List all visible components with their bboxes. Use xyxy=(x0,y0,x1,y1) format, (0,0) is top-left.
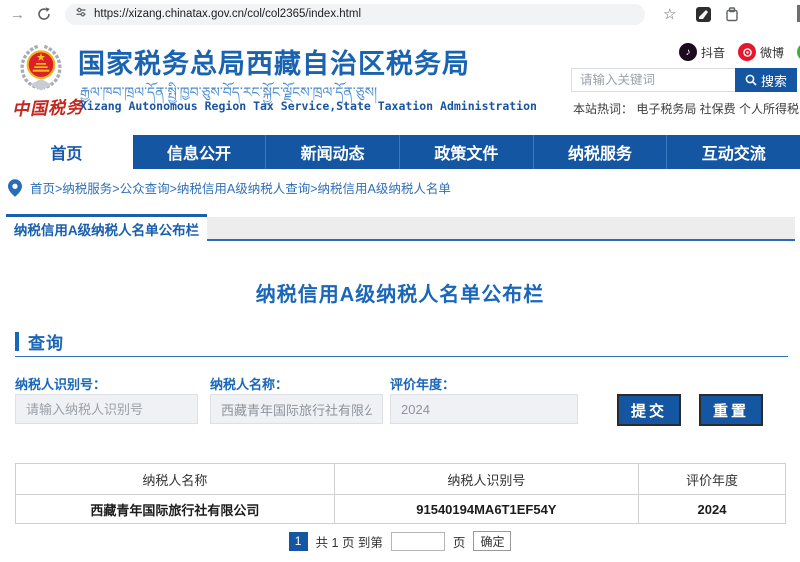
cell-eval-year: 2024 xyxy=(638,495,785,524)
tab-bar-filler xyxy=(207,217,795,241)
nav-item-policy[interactable]: 政策文件 xyxy=(399,135,533,169)
query-section-title: 查询 xyxy=(28,329,64,354)
tab-a-level-list[interactable]: 纳税信用A级纳税人名单公布栏 xyxy=(6,214,207,241)
query-section-header: 查询 xyxy=(15,329,64,354)
page-count-text: 共 1 页 到第 xyxy=(316,532,383,551)
search-button[interactable]: 搜索 xyxy=(735,68,797,92)
submit-button[interactable]: 提交 xyxy=(617,394,681,426)
search-icon xyxy=(745,74,757,86)
goto-page-input[interactable] xyxy=(391,532,445,551)
taxpayer-id-input[interactable] xyxy=(15,394,198,424)
logo-wordmark: 中国税务 xyxy=(12,93,85,120)
section-accent-bar xyxy=(15,332,19,351)
site-header: 中国税务 国家税务总局西藏自治区税务局 རྒྱལ་ཁབ་ཁྲལ་དོན་སྤྱི… xyxy=(0,28,800,135)
douyin-label: 抖音 xyxy=(701,44,725,61)
nav-item-news[interactable]: 新闻动态 xyxy=(265,135,399,169)
pagination: 1 共 1 页 到第 页 确定 xyxy=(0,531,800,551)
header-eval-year: 评价年度 xyxy=(638,464,785,495)
page-number-button[interactable]: 1 xyxy=(289,532,308,551)
main-nav: 首页 信息公开 新闻动态 政策文件 纳税服务 互动交流 xyxy=(0,135,800,169)
page: → https://xizang.chinatax.gov.cn/col/col… xyxy=(0,0,800,562)
social-links: ♪ 抖音 微博 微信 xyxy=(679,43,800,61)
section-underline xyxy=(15,356,788,357)
reload-icon[interactable] xyxy=(37,7,51,21)
nav-item-home[interactable]: 首页 xyxy=(0,135,133,169)
table-row: 西藏青年国际旅行社有限公司 91540194MA6T1EF54Y 2024 xyxy=(16,495,786,524)
site-search: 搜索 xyxy=(571,68,797,92)
extension-icon[interactable] xyxy=(696,7,711,22)
cell-taxpayer-name: 西藏青年国际旅行社有限公司 xyxy=(16,495,335,524)
nav-item-interaction[interactable]: 互动交流 xyxy=(666,135,800,169)
douyin-link[interactable]: ♪ 抖音 xyxy=(679,43,725,61)
search-button-label: 搜索 xyxy=(761,71,787,90)
tax-emblem-logo xyxy=(16,42,66,99)
taxpayer-name-input[interactable] xyxy=(210,394,383,424)
address-bar[interactable]: https://xizang.chinatax.gov.cn/col/col23… xyxy=(65,4,645,25)
site-search-input[interactable] xyxy=(571,68,735,92)
bookmark-star-icon[interactable]: ☆ xyxy=(663,7,676,22)
breadcrumb: 首页>纳税服务>公众查询>纳税信用A级纳税人查询>纳税信用A级纳税人名单 xyxy=(8,178,451,197)
forward-arrow-icon[interactable]: → xyxy=(10,7,25,22)
browser-toolbar: → https://xizang.chinatax.gov.cn/col/col… xyxy=(0,0,800,29)
weibo-icon xyxy=(738,43,756,61)
hotwords-text: 本站热词： 电子税务局 社保费 个人所得税 xyxy=(573,100,799,117)
weibo-label: 微博 xyxy=(760,44,784,61)
header-taxpayer-name: 纳税人名称 xyxy=(16,464,335,495)
results-table: 纳税人名称 纳税人识别号 评价年度 西藏青年国际旅行社有限公司 91540194… xyxy=(15,463,786,524)
weibo-link[interactable]: 微博 xyxy=(738,43,784,61)
nav-item-info-disclosure[interactable]: 信息公开 xyxy=(133,135,266,169)
eval-year-input[interactable] xyxy=(390,394,578,424)
reset-button[interactable]: 重置 xyxy=(699,394,763,426)
page-title: 纳税信用A级纳税人名单公布栏 xyxy=(0,278,800,307)
extensions-puzzle-icon[interactable] xyxy=(725,7,739,22)
table-header-row: 纳税人名称 纳税人识别号 评价年度 xyxy=(16,464,786,495)
taxpayer-id-label: 纳税人识别号： xyxy=(15,374,106,393)
site-settings-icon[interactable] xyxy=(75,5,87,23)
content-tab-bar: 纳税信用A级纳税人名单公布栏 xyxy=(0,214,800,241)
url-text: https://xizang.chinatax.gov.cn/col/col23… xyxy=(94,8,361,20)
nav-item-tax-service[interactable]: 纳税服务 xyxy=(533,135,667,169)
eval-year-label: 评价年度： xyxy=(390,374,455,393)
site-title-english: Xizang Autonomous Region Tax Service,Sta… xyxy=(80,99,537,113)
douyin-icon: ♪ xyxy=(679,43,697,61)
breadcrumb-text[interactable]: 首页>纳税服务>公众查询>纳税信用A级纳税人查询>纳税信用A级纳税人名单 xyxy=(30,178,451,197)
taxpayer-name-label: 纳税人名称： xyxy=(210,374,288,393)
page-suffix-label: 页 xyxy=(453,532,466,551)
location-pin-icon xyxy=(8,179,22,197)
cell-taxpayer-id: 91540194MA6T1EF54Y xyxy=(334,495,638,524)
header-taxpayer-id: 纳税人识别号 xyxy=(334,464,638,495)
confirm-button[interactable]: 确定 xyxy=(473,531,511,551)
